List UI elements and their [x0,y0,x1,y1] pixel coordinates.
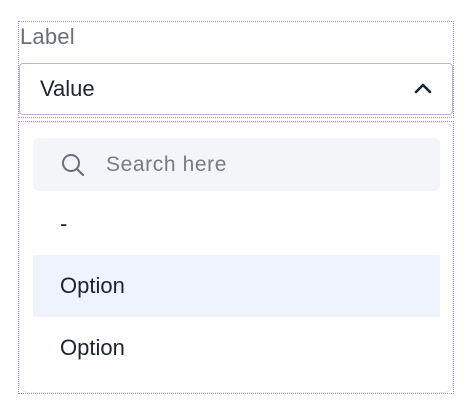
chevron-up-icon [414,83,432,94]
option-item[interactable]: Option [33,317,440,379]
option-label: - [60,211,68,236]
search-icon [62,154,85,177]
option-item-empty[interactable]: - [33,193,440,255]
select-value: Value [40,76,95,101]
option-item-highlighted[interactable]: Option [33,255,440,317]
search-box[interactable] [33,138,440,191]
option-label: Option [60,273,125,298]
field-label: Label [20,24,75,49]
select-dropdown[interactable]: Value [19,63,453,115]
option-label: Option [60,335,125,360]
search-input[interactable] [106,138,426,191]
